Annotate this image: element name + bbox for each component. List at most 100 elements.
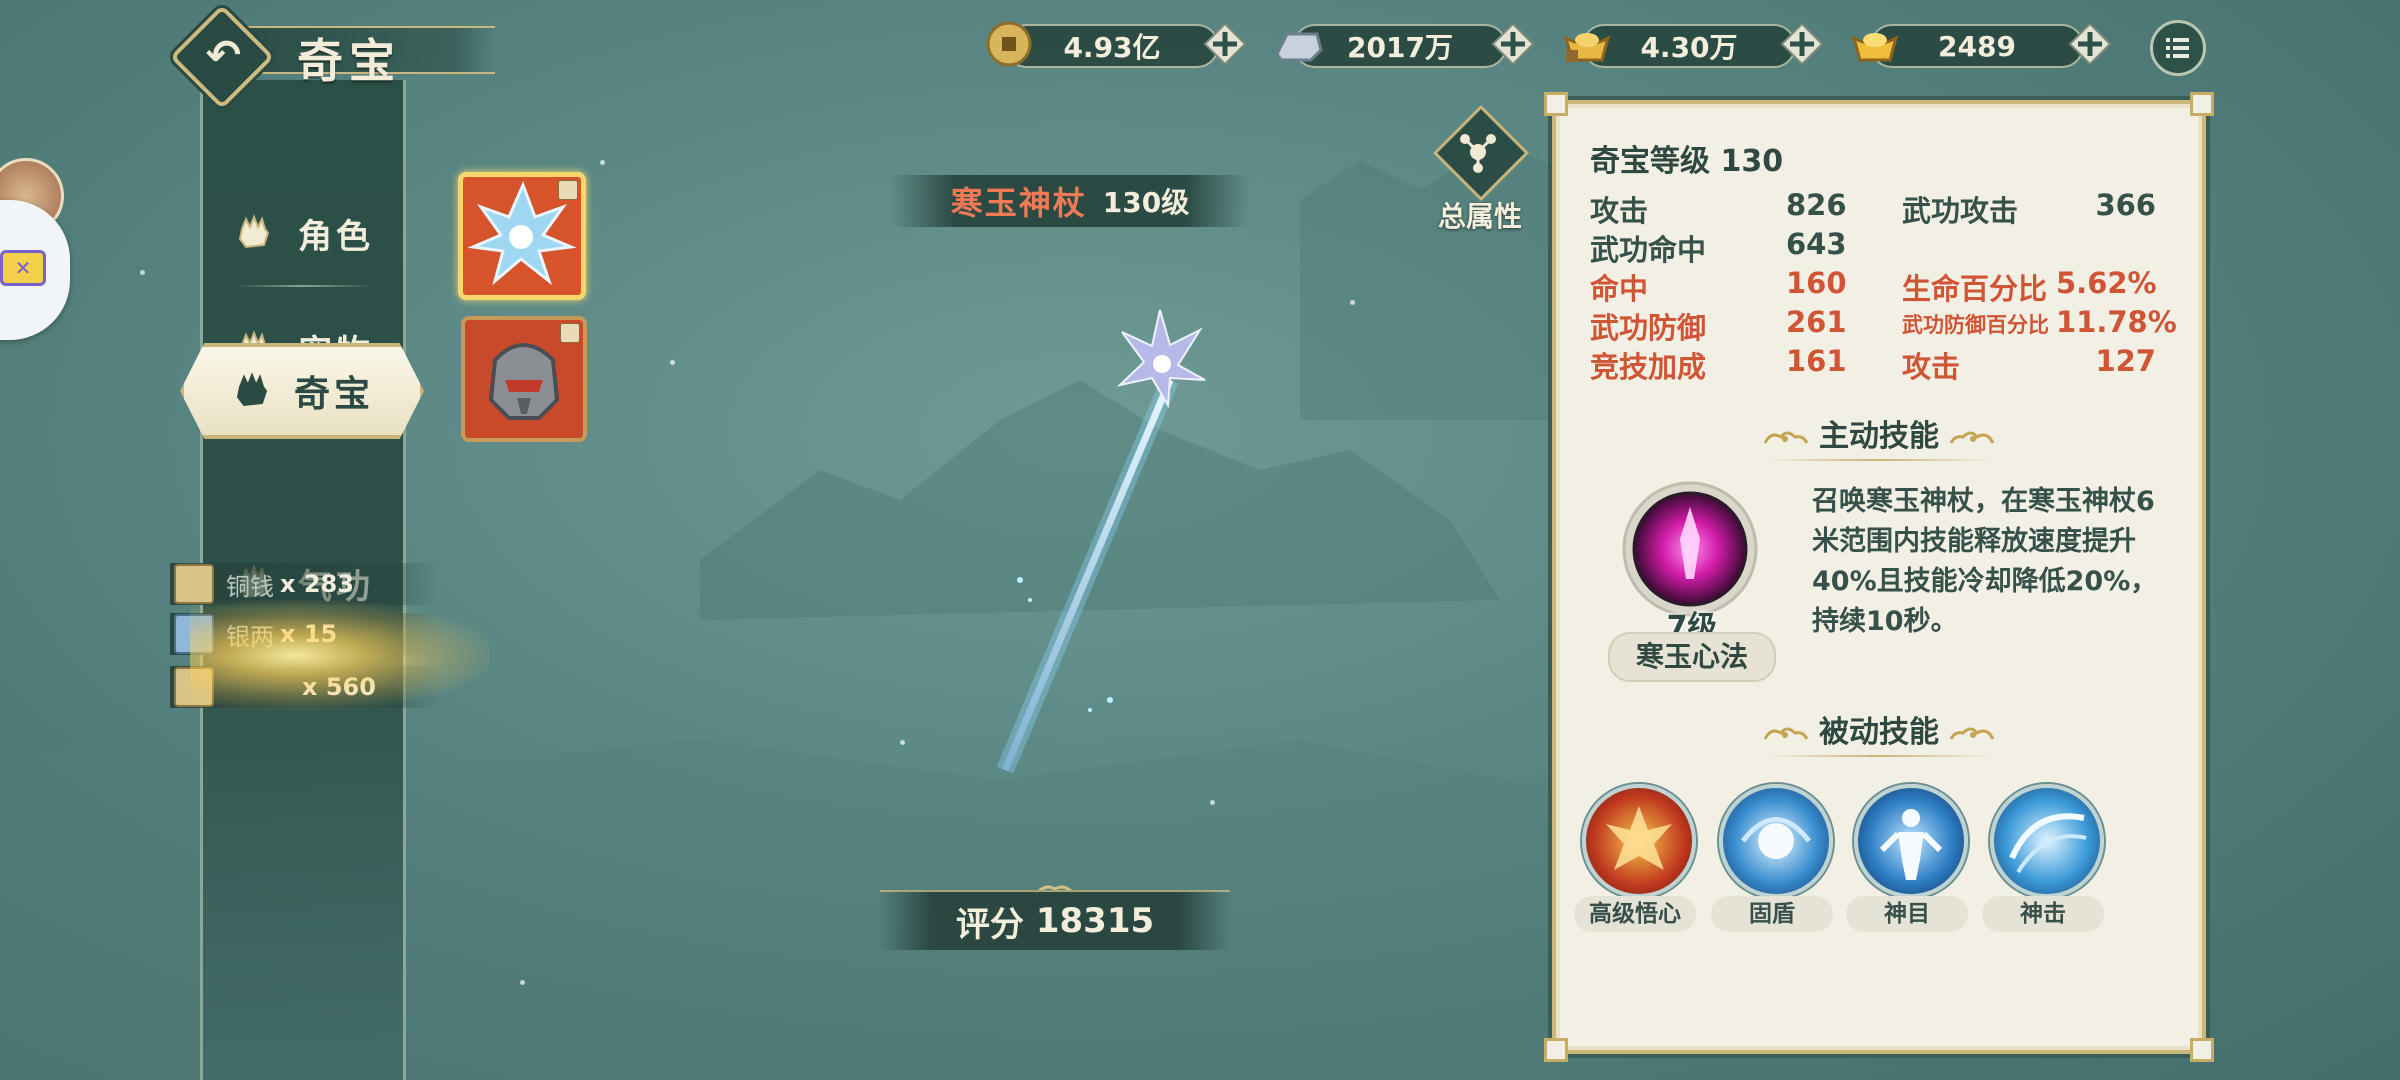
gold-ingot-icon (1851, 33, 1899, 62)
strike-swirl-icon (1990, 784, 2104, 898)
passive-skill-heading: 被动技能 (1556, 707, 2202, 757)
add-currency-button[interactable] (2068, 22, 2112, 66)
passive-skill-item[interactable]: 固盾 (1711, 784, 1833, 934)
stat-label: 武功攻击 (1902, 194, 2019, 228)
passive-skill-item[interactable]: 神目 (1846, 784, 1968, 934)
divider (233, 285, 373, 287)
add-currency-button[interactable] (1203, 22, 1247, 66)
item-name-bar: 寒玉神杖 130级 (890, 175, 1250, 227)
snowflake (600, 160, 605, 165)
stat-label: 武功防御 (1590, 311, 1707, 345)
phoenix-icon (1582, 784, 1696, 898)
title-bar: ↶ 奇宝 (169, 4, 495, 110)
passive-skill-item[interactable]: 高级悟心 (1574, 784, 1696, 934)
nav-item-treasure[interactable]: 奇宝 (180, 343, 424, 439)
lock-icon (560, 323, 580, 343)
silver-ingot-icon (1275, 32, 1323, 62)
copper-coin-icon (174, 564, 214, 604)
active-skill-heading: 主动技能 (1556, 411, 2202, 461)
stat-value: 161 (1786, 344, 1847, 378)
snowflake (1210, 800, 1215, 805)
currency-silver: 2017万 (1273, 20, 1543, 68)
page-title: 奇宝 (297, 34, 401, 88)
snowflake (900, 740, 905, 745)
snowflake (670, 360, 675, 365)
score-label: 评分 (955, 904, 1024, 945)
passive-skill-title: 被动技能 (1819, 715, 1939, 750)
add-currency-button[interactable] (1780, 22, 1824, 66)
currency-copper: 4.93亿 (985, 20, 1255, 68)
currency-value: 4.30万 (1640, 31, 1738, 64)
cloud-ornament-icon (1763, 431, 1808, 444)
staff-model (996, 309, 1206, 774)
total-attr-label: 总属性 (1437, 200, 1522, 233)
body-aura-icon (1854, 784, 1968, 898)
active-skill-name: 寒玉心法 (1608, 632, 1776, 682)
reward-count: x 15 (280, 620, 338, 648)
stat-value: 127 (2095, 344, 2156, 378)
copper-coin-icon (986, 21, 1032, 67)
copper-coin-icon (174, 667, 214, 707)
item-level: 130级 (1102, 186, 1190, 219)
stat-value: 5.62% (2056, 266, 2157, 300)
currency-pill: 4.30万 (1582, 24, 1796, 68)
stat-value: 366 (2095, 188, 2156, 222)
snowflake (140, 270, 145, 275)
currency-pill: 2017万 (1293, 24, 1507, 68)
panel-corner (1544, 92, 1568, 116)
currency-value: 2489 (1938, 29, 2016, 63)
nav-item-role[interactable]: 角色 (203, 188, 403, 278)
cloud-ornament-icon (1950, 727, 1995, 740)
cloud-ornament-icon (1950, 431, 1995, 444)
stat-value: 160 (1786, 266, 1847, 300)
currency-pill: 4.93亿 (1005, 24, 1219, 68)
stat-label: 竞技加成 (1590, 350, 1707, 384)
reward-item: 银两 x 15 (170, 613, 440, 655)
menu-button[interactable] (2150, 20, 2206, 76)
stat-value: 261 (1786, 305, 1847, 339)
panel-corner (2190, 1038, 2214, 1062)
total-attributes-button[interactable]: 总属性 (1425, 104, 1530, 235)
stat-label: 武功命中 (1590, 233, 1707, 267)
active-skill-title: 主动技能 (1819, 419, 1939, 454)
stat-label: 命中 (1590, 272, 1649, 306)
passive-skill-item[interactable]: 神击 (1982, 784, 2104, 934)
active-skill-description: 召唤寒玉神杖，在寒玉神杖6米范围内技能释放速度提升40%且技能冷却降低20%，持… (1812, 486, 2158, 637)
stat-label: 攻击 (1590, 194, 1649, 228)
reward-count: x 283 (280, 570, 354, 598)
nav-label: 奇宝 (293, 374, 374, 415)
add-currency-button[interactable] (1491, 22, 1535, 66)
stat-value: 643 (1786, 227, 1847, 261)
attribute-panel: 奇宝等级 130 攻击 826 武功命中 643 命中 160 武功防御 261… (1544, 92, 2214, 1062)
panel-corner (2190, 92, 2214, 116)
list-menu-icon (2166, 38, 2189, 58)
treasure-card-helmet[interactable] (461, 316, 587, 442)
network-nodes-icon (1460, 134, 1496, 173)
stat-label: 生命百分比 (1902, 272, 2048, 306)
stat-label: 攻击 (1902, 350, 1961, 384)
active-skill-icon[interactable] (1620, 479, 1760, 619)
reward-name: 银两 (226, 622, 274, 651)
item-name: 寒玉神杖 (950, 184, 1087, 222)
panel-corner (1544, 1038, 1568, 1062)
shield-swirl-icon (1719, 784, 1833, 898)
bound-gold-ingot-icon (1563, 33, 1611, 62)
reward-name: 铜钱 (226, 572, 274, 601)
divider (1766, 459, 1992, 461)
silver-ingot-icon (174, 614, 214, 654)
passive-skill-name: 神目 (1846, 896, 1968, 932)
score-bar: 评分 18315 (880, 890, 1230, 950)
currency-gold: 2489 (1850, 20, 2120, 68)
treasure-card-staff[interactable] (458, 172, 586, 300)
currency-value: 4.93亿 (1063, 31, 1161, 64)
passive-skill-name: 高级悟心 (1574, 896, 1696, 932)
reward-item: x 560 (170, 666, 440, 708)
nav-label: 角色 (298, 216, 374, 257)
fist-icon (238, 214, 270, 249)
stat-value: 11.78% (2056, 305, 2177, 339)
stat-label: 武功防御百分比 (1902, 313, 2049, 337)
snowflake (1350, 300, 1355, 305)
divider (1766, 755, 1992, 757)
currency-value: 2017万 (1347, 31, 1453, 64)
snowflake (520, 980, 525, 985)
